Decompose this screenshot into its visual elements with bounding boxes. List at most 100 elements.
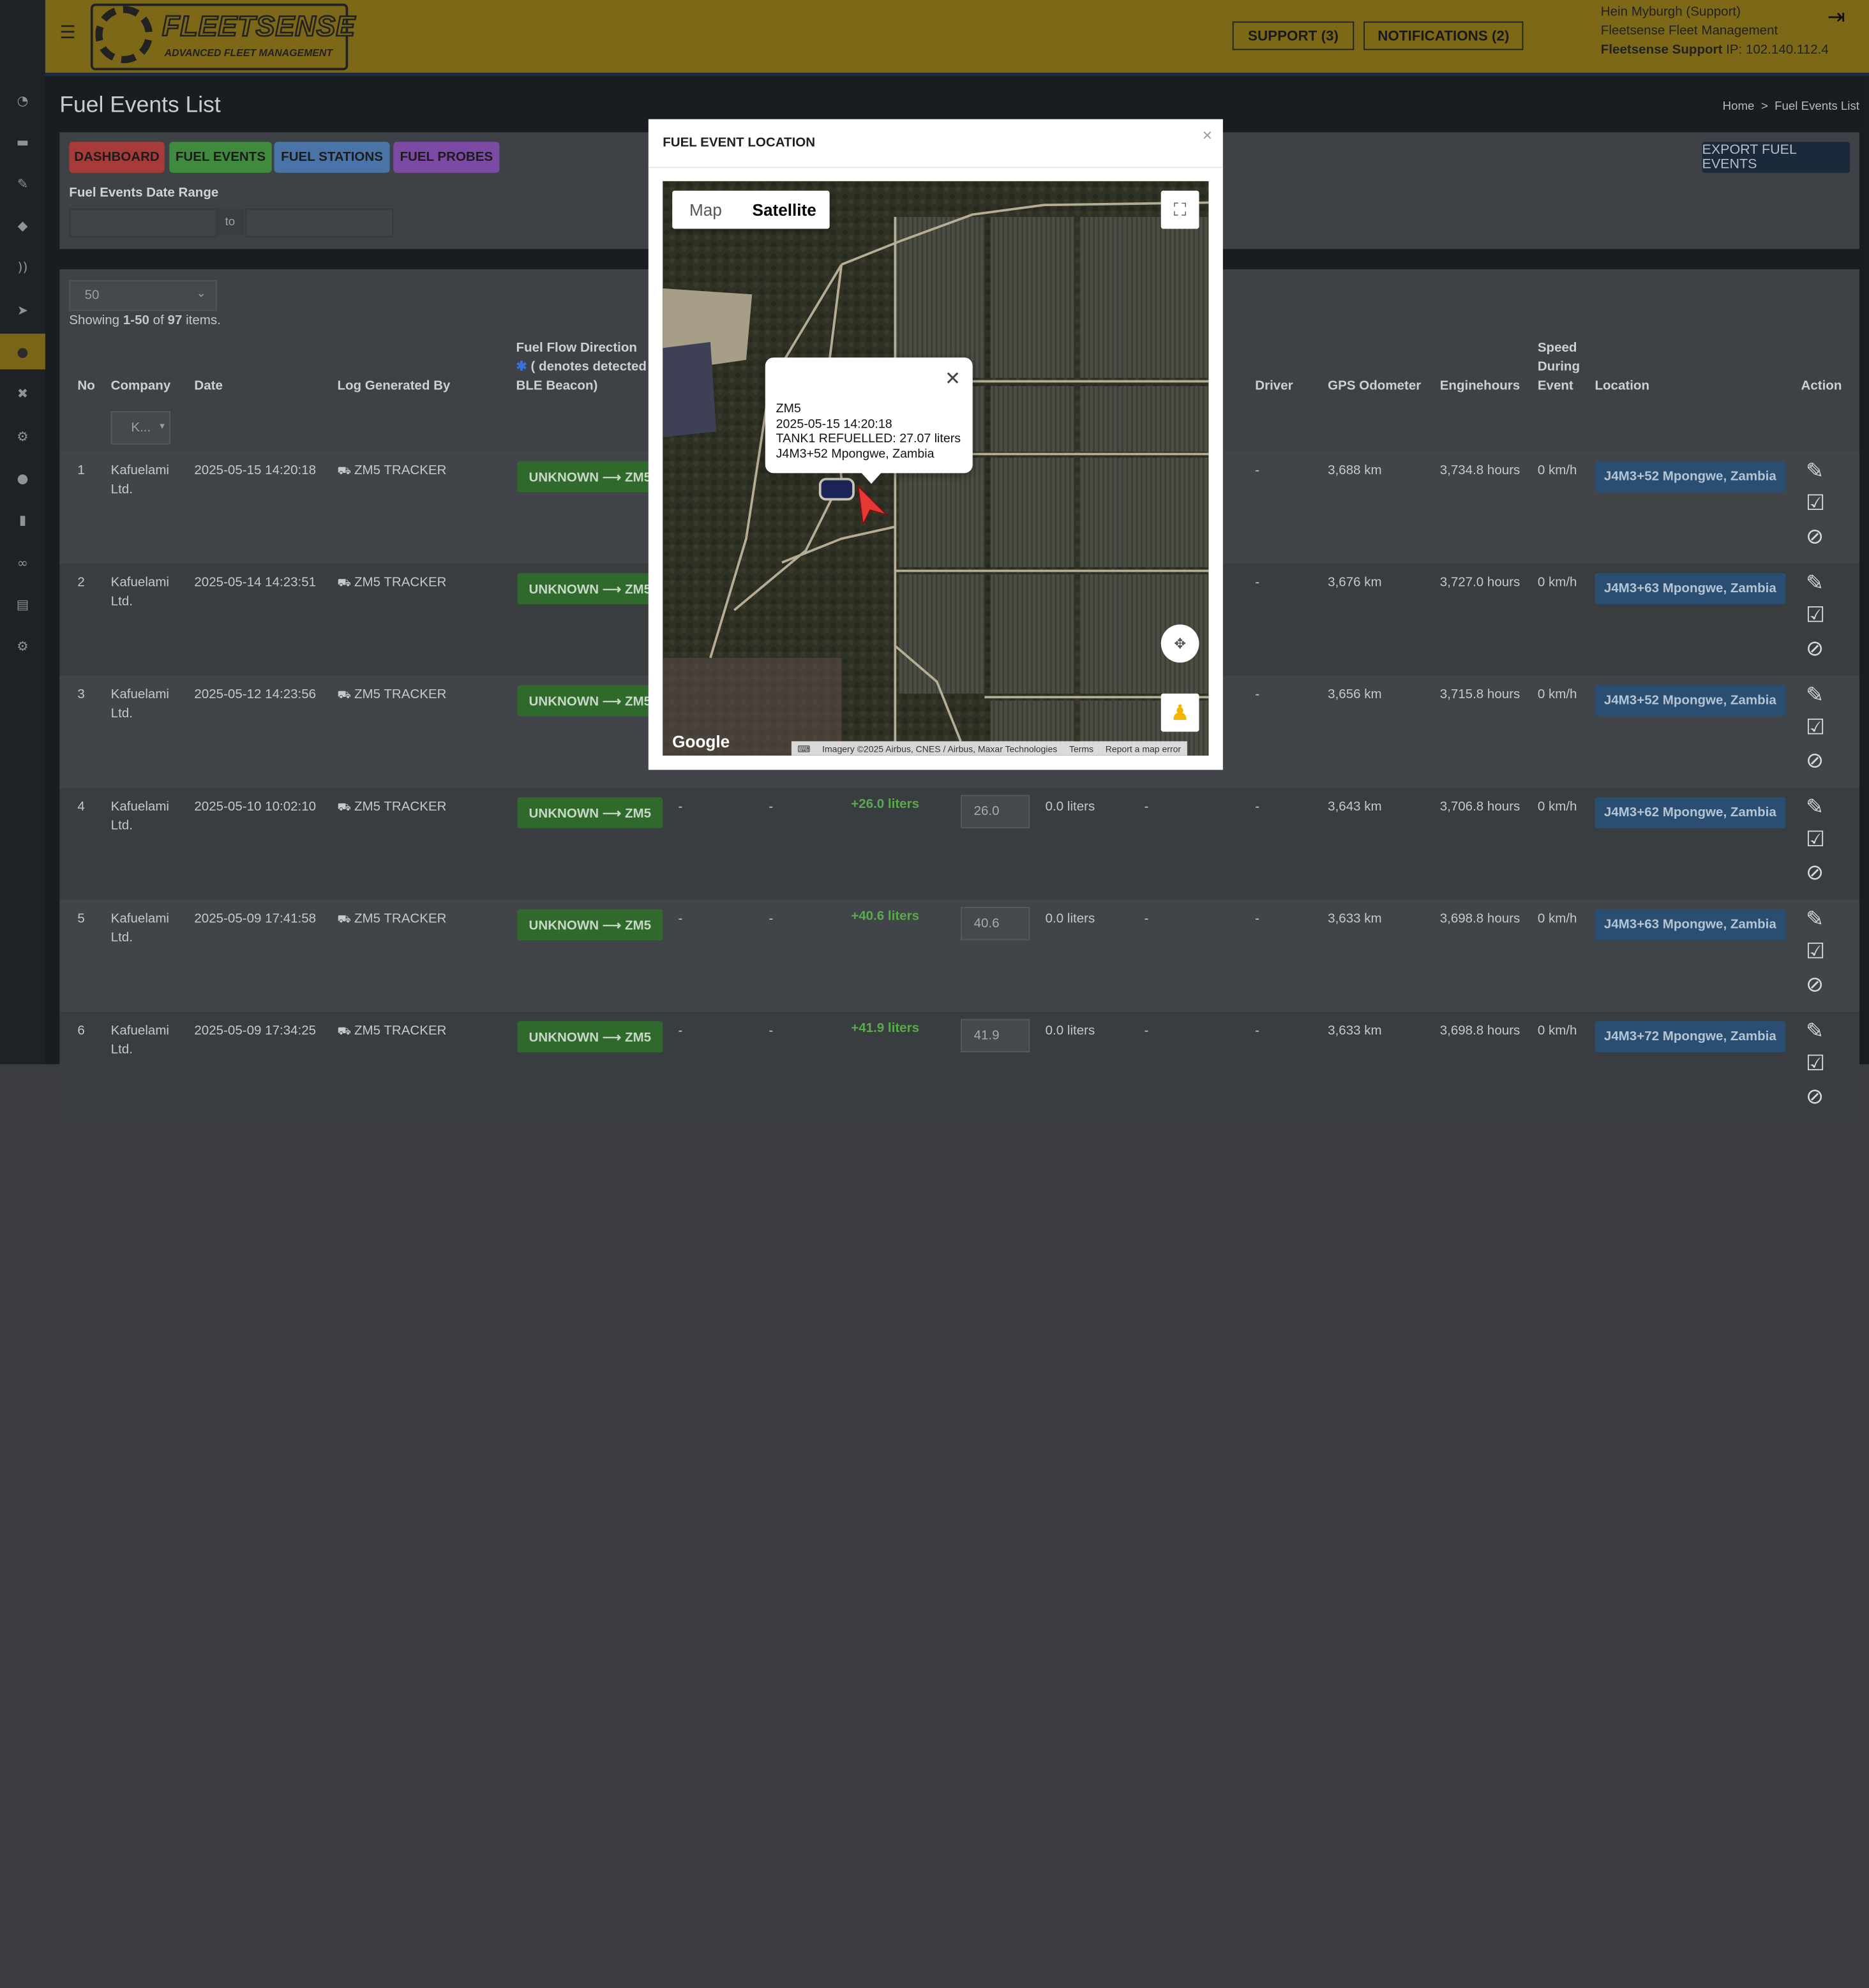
date-from-input[interactable] — [69, 208, 217, 237]
row-driver: - — [1255, 575, 1260, 590]
map-attribution: ⌨ Imagery ©2025 Airbus, CNES / Airbus, M… — [791, 741, 1187, 756]
verify-checkbox-icon[interactable]: ☑ — [1806, 1051, 1825, 1076]
edit-icon[interactable]: ✎ — [1806, 1019, 1824, 1044]
info-datetime: 2025-05-15 14:20:18 — [776, 416, 892, 431]
fuel-flow-button[interactable]: UNKNOWN ⟶ ZM5 — [517, 573, 663, 604]
link-icon[interactable]: ∞ — [0, 544, 45, 580]
modal-title: FUEL EVENT LOCATION — [663, 135, 816, 151]
header-speed[interactable]: Speed During Event — [1538, 338, 1580, 396]
breadcrumb-home[interactable]: Home — [1723, 100, 1755, 114]
company-filter-select[interactable]: K... ▾ — [110, 411, 171, 445]
dashboard-button[interactable]: DASHBOARD — [69, 142, 165, 173]
truck-icon[interactable]: ▬ — [0, 124, 45, 160]
header-driver[interactable]: Driver — [1255, 377, 1293, 396]
header-enginehours[interactable]: Enginehours — [1440, 377, 1520, 396]
header-no[interactable]: No — [77, 377, 94, 396]
fuel-flow-button[interactable]: UNKNOWN ⟶ ZM5 — [517, 797, 663, 828]
notifications-button[interactable]: NOTIFICATIONS (2) — [1363, 21, 1524, 50]
info-window-close-icon[interactable]: ✕ — [945, 367, 961, 389]
steering-icon[interactable]: ⚙ — [0, 418, 45, 454]
truck-icon: ⛟ — [337, 578, 354, 590]
verify-checkbox-icon[interactable]: ☑ — [1806, 939, 1825, 964]
location-button[interactable]: J4M3+52 Mpongwe, Zambia — [1595, 685, 1786, 717]
hide-icon[interactable]: ⊘ — [1806, 973, 1824, 998]
dashboard-icon[interactable]: ◔ — [0, 82, 45, 118]
header-company[interactable]: Company — [111, 377, 171, 396]
fuel-drop-icon[interactable]: ● — [0, 333, 45, 370]
showing-prefix: Showing — [69, 313, 123, 328]
chart-icon[interactable]: ▮ — [0, 502, 45, 537]
header-fuel-flow-line2: ( denotes detected — [530, 359, 647, 375]
fuel-stations-button[interactable]: FUEL STATIONS — [274, 142, 390, 173]
hide-icon[interactable]: ⊘ — [1806, 1084, 1824, 1109]
row-log-generated-by: ⛟ ZM5 TRACKER — [337, 461, 446, 482]
report-map-error-link[interactable]: Report a map error — [1099, 743, 1187, 754]
hide-icon[interactable]: ⊘ — [1806, 525, 1824, 549]
edit-icon[interactable]: ✎ — [1806, 459, 1824, 484]
fuel-flow-button[interactable]: UNKNOWN ⟶ ZM5 — [517, 909, 663, 941]
wrench-icon[interactable]: ✎ — [0, 166, 45, 202]
hide-icon[interactable]: ⊘ — [1806, 636, 1824, 661]
verify-checkbox-icon[interactable]: ☑ — [1806, 491, 1825, 516]
edit-icon[interactable]: ✎ — [1806, 795, 1824, 819]
fullscreen-icon[interactable]: ⛶ — [1160, 190, 1199, 229]
header-date[interactable]: Date — [194, 377, 223, 396]
tools-icon[interactable]: ✖ — [0, 375, 45, 411]
location-arrow-icon[interactable]: ➤ — [0, 292, 45, 327]
fuel-flow-button[interactable]: UNKNOWN ⟶ ZM5 — [517, 1021, 663, 1052]
terms-link[interactable]: Terms — [1063, 743, 1100, 754]
header-gps-odometer[interactable]: GPS Odometer — [1328, 377, 1421, 396]
fuel-amount-input[interactable]: 26.0 — [961, 795, 1030, 828]
fuel-amount-input[interactable]: 41.9 — [961, 1019, 1030, 1052]
satellite-map[interactable]: ✕ ZM5 2025-05-15 14:20:18 TANK1 REFUELLE… — [663, 181, 1209, 756]
location-button[interactable]: J4M3+63 Mpongwe, Zambia — [1595, 573, 1786, 604]
header-fuel-flow[interactable]: Fuel Flow Direction ✱ ( denotes detected… — [516, 338, 647, 396]
verify-checkbox-icon[interactable]: ☑ — [1806, 827, 1825, 852]
row-driver: - — [1255, 463, 1260, 478]
date-to-input[interactable] — [245, 208, 394, 237]
row-log-by-text: ZM5 TRACKER — [354, 911, 447, 926]
truck-icon: ⛟ — [337, 690, 354, 702]
user-info: Hein Myburgh (Support) Fleetsense Fleet … — [1601, 3, 1829, 60]
row-enginehours: 3,706.8 hours — [1439, 799, 1520, 814]
fleetsense-logo[interactable]: FLEETSENSE ADVANCED FLEET MANAGEMENT — [90, 3, 356, 71]
location-button[interactable]: J4M3+72 Mpongwe, Zambia — [1595, 1021, 1786, 1052]
map-type-satellite[interactable]: Satellite — [739, 191, 830, 229]
keyboard-shortcuts-icon[interactable]: ⌨ — [792, 743, 816, 754]
row-no: 4 — [77, 799, 85, 814]
menu-toggle-icon[interactable]: ☰ — [59, 22, 75, 43]
verify-checkbox-icon[interactable]: ☑ — [1806, 715, 1825, 740]
logout-icon[interactable]: ⇥ — [1828, 4, 1845, 29]
location-button[interactable]: J4M3+63 Mpongwe, Zambia — [1595, 909, 1786, 941]
page-size-select[interactable]: 50 ⌄ — [69, 280, 217, 311]
user-icon[interactable]: ● — [0, 460, 45, 496]
header-log-generated-by[interactable]: Log Generated By — [337, 377, 450, 396]
modal-close-button[interactable]: × — [1203, 125, 1212, 144]
location-button[interactable]: J4M3+62 Mpongwe, Zambia — [1595, 797, 1786, 828]
fuel-events-button[interactable]: FUEL EVENTS — [169, 142, 272, 173]
fuel-probes-button[interactable]: FUEL PROBES — [393, 142, 500, 173]
fuel-amount-input[interactable]: 40.6 — [961, 907, 1030, 941]
header-location[interactable]: Location — [1595, 377, 1649, 396]
hide-icon[interactable]: ⊘ — [1806, 749, 1824, 774]
camera-control-icon[interactable]: ✥ — [1160, 624, 1199, 663]
fuel-flow-button[interactable]: UNKNOWN ⟶ ZM5 — [517, 685, 663, 717]
street-view-pegman-icon[interactable]: ♟ — [1160, 693, 1199, 732]
hide-icon[interactable]: ⊘ — [1806, 860, 1824, 885]
support-button[interactable]: SUPPORT (3) — [1232, 21, 1355, 50]
row-company-line1: Kafuelami — [110, 463, 170, 478]
tags-icon[interactable]: ◆ — [0, 207, 45, 243]
map-type-map[interactable]: Map — [672, 191, 739, 229]
edit-icon[interactable]: ✎ — [1806, 571, 1824, 595]
verify-checkbox-icon[interactable]: ☑ — [1806, 603, 1825, 628]
rss-icon[interactable]: )) — [0, 249, 45, 285]
vehicle-marker-icon[interactable] — [856, 486, 889, 525]
edit-icon[interactable]: ✎ — [1806, 683, 1824, 708]
settings-icon[interactable]: ⚙ — [0, 628, 45, 664]
fuel-flow-button[interactable]: UNKNOWN ⟶ ZM5 — [517, 461, 663, 493]
location-button[interactable]: J4M3+52 Mpongwe, Zambia — [1595, 461, 1786, 493]
book-icon[interactable]: ▤ — [0, 587, 45, 622]
row-log-by-text: ZM5 TRACKER — [354, 1024, 447, 1038]
edit-icon[interactable]: ✎ — [1806, 907, 1824, 932]
export-fuel-events-button[interactable]: EXPORT FUEL EVENTS — [1702, 142, 1850, 173]
